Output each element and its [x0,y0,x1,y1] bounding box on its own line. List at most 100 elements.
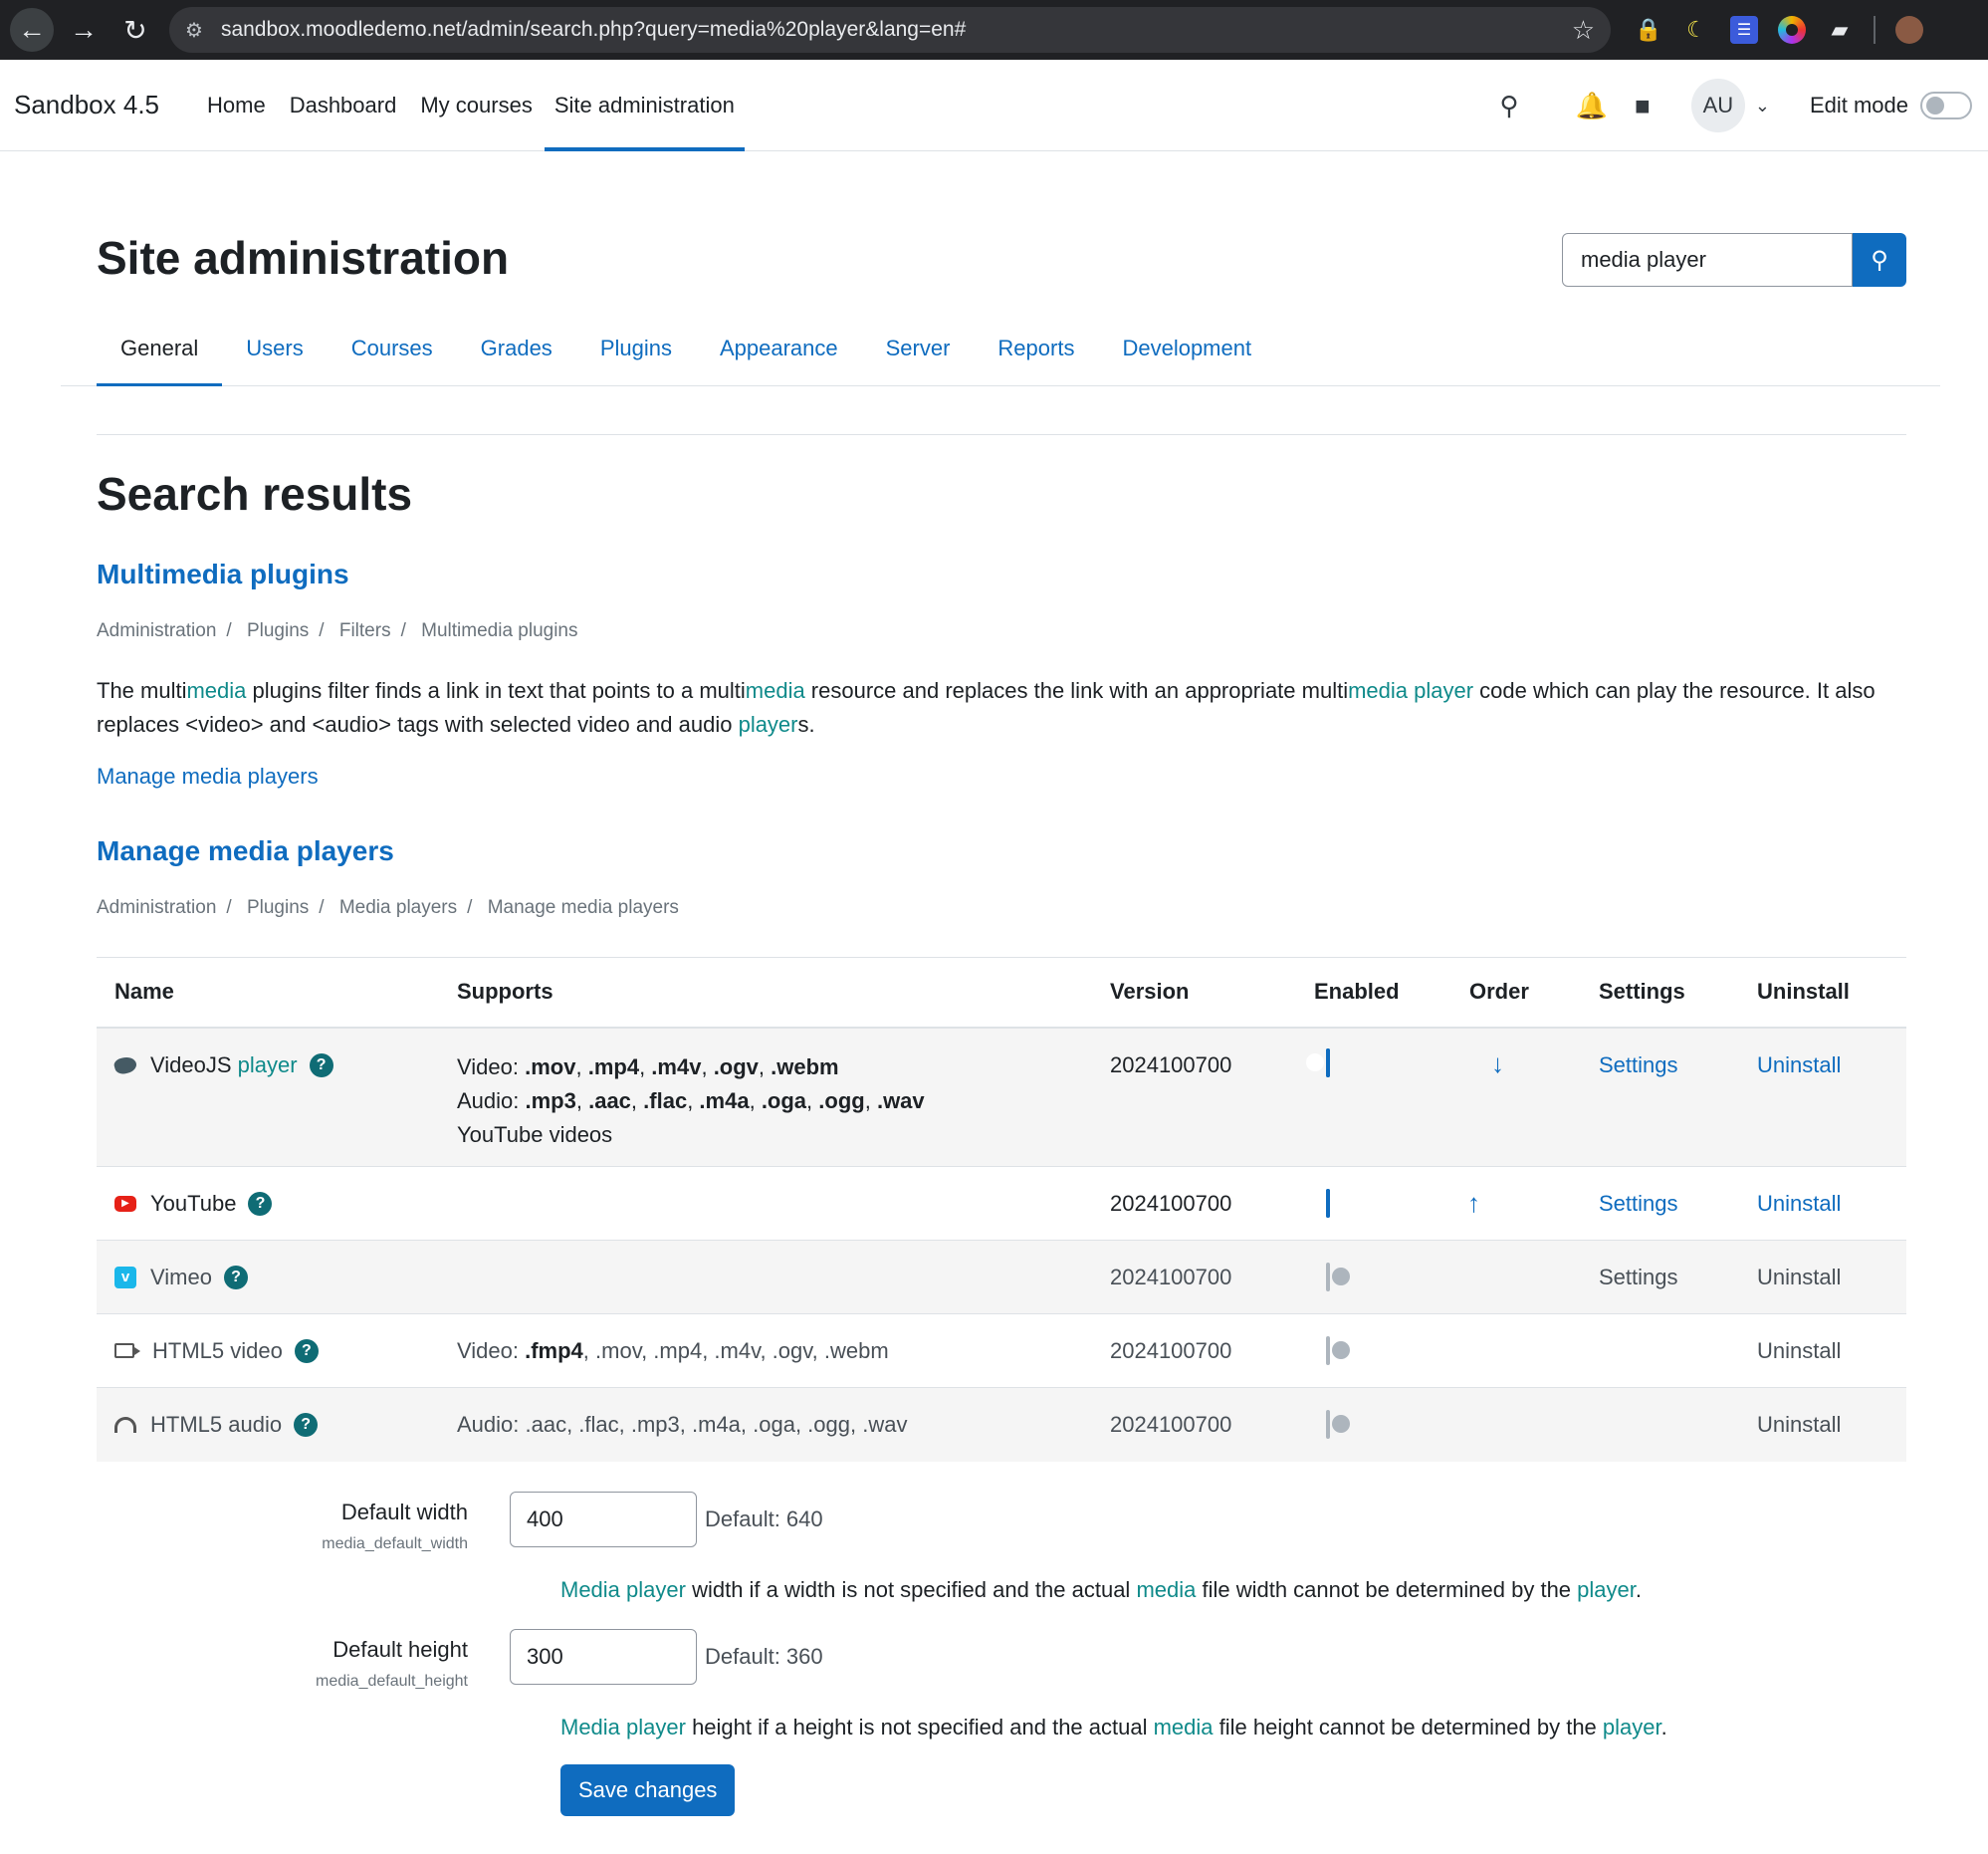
nav-my-courses[interactable]: My courses [408,60,544,150]
tab-courses[interactable]: Courses [328,311,457,385]
tab-development[interactable]: Development [1098,311,1275,385]
default-width-description: Media player width if a width is not spe… [560,1576,1642,1602]
search-results-heading: Search results [97,468,413,520]
default-height-row: Default height media_default_height Defa… [97,1623,1906,1691]
player-name: v Vimeo ? [114,1265,421,1290]
column-header-enabled: Enabled [1296,957,1451,1029]
breadcrumb-item[interactable]: Filters [339,620,391,641]
edit-mode-toggle[interactable] [1920,92,1972,119]
column-header-order: Order [1451,957,1581,1029]
url-text[interactable]: sandbox.moodledemo.net/admin/search.php?… [221,18,1572,42]
extension-moon-icon[interactable]: ☾ [1682,16,1710,44]
help-icon[interactable]: ? [248,1191,273,1216]
back-arrow-icon[interactable]: ← [10,8,54,52]
settings-link[interactable]: Settings [1581,1240,1739,1314]
uninstall-link[interactable]: Uninstall [1739,1027,1906,1167]
breadcrumb-item[interactable]: Plugins [247,897,309,918]
admin-search-button[interactable]: ⚲ [1853,233,1906,287]
messages-icon[interactable]: ■ [1628,91,1657,121]
site-brand[interactable]: Sandbox 4.5 [14,90,159,120]
toggle-knob [1306,1193,1324,1212]
help-icon[interactable]: ? [309,1052,333,1077]
breadcrumb: Administration / Plugins / Filters / Multim… [97,620,578,641]
help-icon[interactable]: ? [294,1338,319,1363]
default-height-input[interactable] [510,1628,697,1685]
file-extension: .wav [876,1087,925,1113]
tab-plugins[interactable]: Plugins [576,311,696,385]
help-icon[interactable]: ? [223,1265,248,1289]
default-width-input[interactable] [510,1491,697,1547]
notification-bell-icon[interactable]: 🔔 [1576,91,1608,121]
settings-link[interactable]: Settings [1581,1166,1739,1241]
manage-media-players-link[interactable]: Manage media players [97,764,1906,790]
version-cell: 2024100700 [1092,1166,1296,1241]
chevron-down-icon[interactable]: ⌄ [1755,96,1770,116]
enabled-toggle[interactable] [1326,1409,1350,1439]
column-header-version: Version [1092,957,1296,1029]
moodle-navbar: Sandbox 4.5 Home Dashboard My courses Si… [0,60,1988,151]
enabled-toggle[interactable] [1326,1262,1350,1291]
supports-cell: Audio: .aac, .flac, .mp3, .m4a, .oga, .o… [439,1387,1092,1462]
toggle-knob [1332,1340,1350,1359]
extension-lock-icon[interactable]: 🔒 [1635,16,1662,44]
breadcrumb-item[interactable]: Administration [97,897,216,918]
address-bar[interactable]: ⚙ sandbox.moodledemo.net/admin/search.ph… [169,7,1611,53]
breadcrumb-item[interactable]: Media players [339,897,457,918]
enabled-toggle[interactable] [1306,1047,1330,1077]
extension-document-icon[interactable]: ☰ [1730,16,1758,44]
extension-color-ring-icon[interactable] [1778,16,1806,44]
uninstall-link[interactable]: Uninstall [1739,1166,1906,1241]
manage-media-players-heading[interactable]: Manage media players [97,835,1906,867]
settings-link[interactable]: Settings [1581,1027,1739,1167]
table-row: HTML5 audio ? Audio: .aac, .flac, .mp3, … [97,1387,1906,1462]
search-icon[interactable]: ⚲ [1494,91,1524,121]
tab-reports[interactable]: Reports [974,311,1098,385]
nav-home[interactable]: Home [195,60,278,150]
nav-site-administration[interactable]: Site administration [544,60,745,151]
save-changes-button[interactable]: Save changes [560,1763,736,1816]
extensions-puzzle-icon[interactable]: ▰ [1826,16,1854,44]
tab-grades[interactable]: Grades [457,311,576,385]
tab-general[interactable]: General [97,311,223,386]
uninstall-link[interactable]: Uninstall [1739,1313,1906,1388]
help-icon[interactable]: ? [294,1412,319,1437]
uninstall-link[interactable]: Uninstall [1739,1240,1906,1314]
move-down-arrow-icon[interactable]: ↓ [1491,1048,1504,1078]
tab-users[interactable]: Users [222,311,327,385]
toggle-knob [1332,1267,1350,1285]
multimedia-plugins-heading[interactable]: Multimedia plugins [97,559,1906,590]
search-icon: ⚲ [1871,246,1888,274]
table-row: HTML5 video ? Video: .fmp4, .mov, .mp4, … [97,1313,1906,1388]
supports-cell [439,1240,1092,1314]
nav-dashboard[interactable]: Dashboard [278,60,409,150]
column-header-settings: Settings [1581,957,1739,1029]
default-height-default: Default: 360 [705,1643,823,1669]
breadcrumb-item[interactable]: Multimedia plugins [421,620,577,641]
site-settings-icon[interactable]: ⚙ [185,18,203,43]
tab-server[interactable]: Server [862,311,975,385]
file-extension: .m4a [699,1087,750,1113]
uninstall-link[interactable]: Uninstall [1739,1387,1906,1462]
admin-search: ⚲ [1562,233,1906,287]
user-menu-avatar[interactable]: AU [1690,79,1745,132]
enabled-toggle[interactable] [1306,1188,1330,1218]
bookmark-star-icon[interactable]: ☆ [1572,15,1595,46]
reload-icon[interactable]: ↻ [113,8,157,52]
file-extension: .ogg [818,1087,865,1113]
file-extension: .ogv [713,1053,759,1079]
video-camera-icon [114,1343,140,1358]
breadcrumb-item[interactable]: Manage media players [488,897,679,918]
secondary-navigation: General Users Courses Grades Plugins App… [61,311,1940,386]
version-cell: 2024100700 [1092,1387,1296,1462]
profile-avatar-icon[interactable] [1895,16,1923,44]
admin-search-input[interactable] [1562,233,1853,287]
forward-arrow-icon[interactable]: → [62,8,106,52]
enabled-toggle[interactable] [1326,1335,1350,1365]
breadcrumb-item[interactable]: Plugins [247,620,309,641]
file-extension: .aac [588,1087,631,1113]
primary-navigation: Home Dashboard My courses Site administr… [195,60,745,151]
move-up-arrow-icon[interactable]: ↑ [1467,1188,1480,1218]
tab-appearance[interactable]: Appearance [696,311,862,385]
breadcrumb-item[interactable]: Administration [97,620,216,641]
player-name-highlight: player [237,1051,298,1077]
